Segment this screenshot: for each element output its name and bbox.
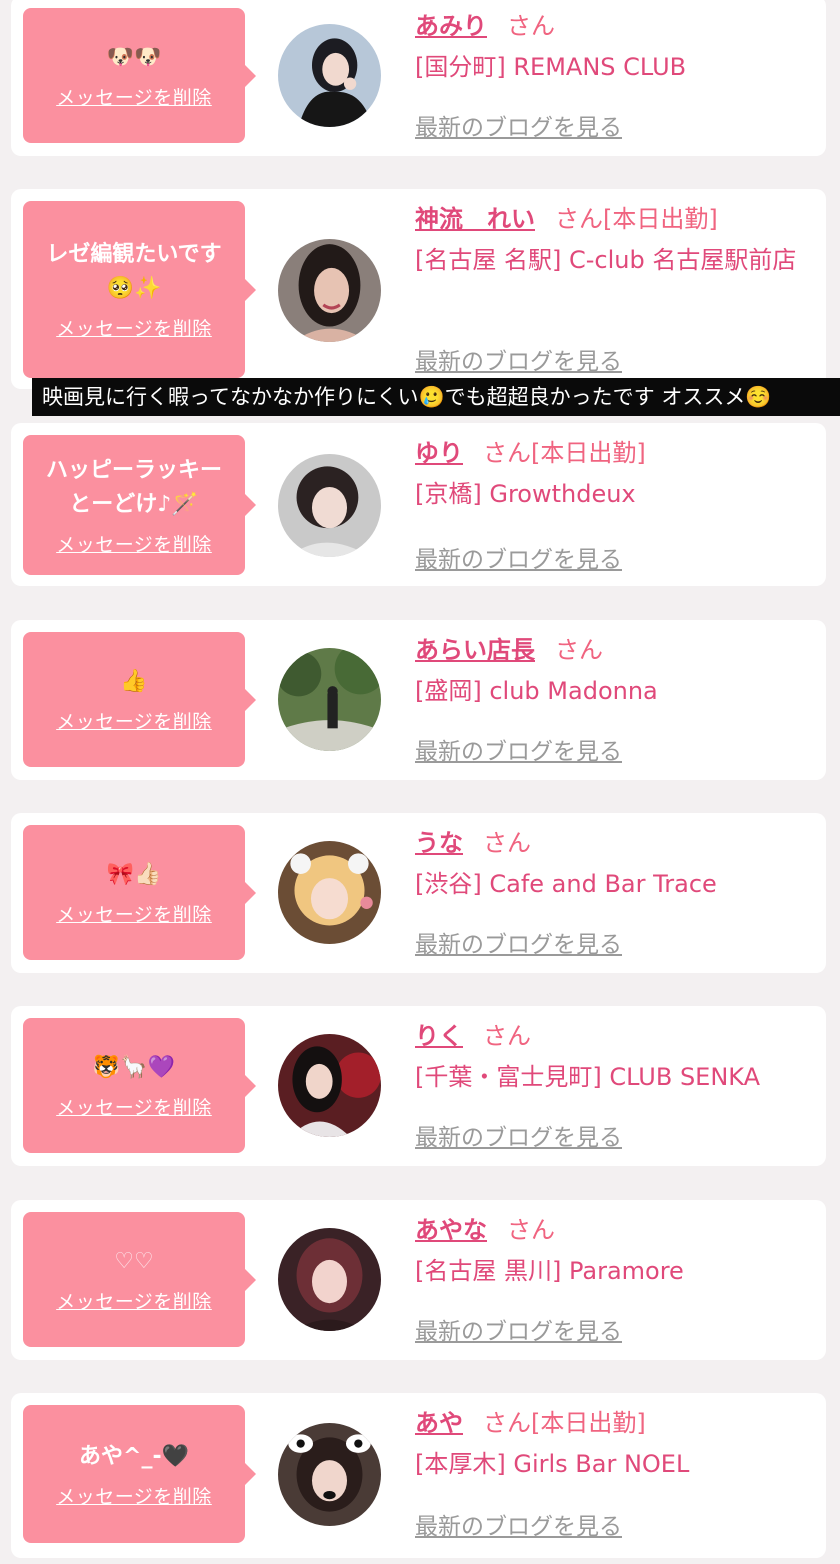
cast-name-link[interactable]: あやな [415,1216,487,1244]
status-badge: [本日出勤] [531,1409,646,1437]
favorite-card: ♡♡ メッセージを削除 あやな さん [名古屋 黒川] Paramore 最新のブ… [11,1200,826,1360]
card-info: あみり さん [国分町] REMANS CLUB [415,10,814,86]
card-info: あやな さん [名古屋 黒川] Paramore [415,1214,814,1290]
shop-name: [渋谷] Cafe and Bar Trace [415,870,717,898]
message-bubble: ♡♡ メッセージを削除 [23,1212,256,1347]
message-text: 🎀👍🏻 [106,862,162,887]
avatar[interactable] [278,454,381,557]
status-badge: [本日出勤] [603,205,718,233]
avatar[interactable] [278,1228,381,1331]
shop-name: [千葉・富士見町] CLUB SENKA [415,1063,761,1091]
card-info: ゆり さん[本日出勤] [京橋] Growthdeux [415,437,814,513]
message-text: 🐶🐶 [106,45,162,70]
honorific: さん [483,1022,531,1050]
favorite-card: 🐶🐶 メッセージを削除 あみり さん [国分町] REMANS CLUB 最新のブ… [11,0,826,156]
cast-name-link[interactable]: うな [415,829,463,857]
message-text: あや^_-🖤 [79,1443,189,1469]
favorite-card: 🐯🦙💜 メッセージを削除 りく さん [千葉・富士見町] CLUB SENKA 最… [11,1006,826,1166]
delete-message-link[interactable]: メッセージを削除 [56,707,212,734]
shop-name: [京橋] Growthdeux [415,480,636,508]
latest-blog-link[interactable]: 最新のブログを見る [415,732,622,766]
latest-blog-link[interactable]: 最新のブログを見る [415,1118,622,1152]
message-bubble: レゼ編観たいです 🥺✨ メッセージを削除 [23,201,256,378]
honorific: さん [483,829,531,857]
honorific: さん [483,439,531,467]
delete-message-link[interactable]: メッセージを削除 [56,1482,212,1509]
honorific: さん [507,1216,555,1244]
message-text: レゼ編観たいです 🥺✨ [46,242,222,301]
delete-message-link[interactable]: メッセージを削除 [56,1287,212,1314]
honorific: さん [555,636,603,664]
status-badge: [本日出勤] [531,439,646,467]
cast-name-link[interactable]: あや [415,1409,463,1437]
cast-name-link[interactable]: あらい店長 [415,636,535,664]
delete-message-link[interactable]: メッセージを削除 [56,530,212,557]
cast-name-link[interactable]: 神流 れい [415,205,535,233]
avatar[interactable] [278,648,381,751]
latest-blog-link[interactable]: 最新のブログを見る [415,1507,622,1541]
shop-name: [国分町] REMANS CLUB [415,53,687,81]
shop-name: [本厚木] Girls Bar NOEL [415,1450,690,1478]
honorific: さん [483,1409,531,1437]
latest-blog-link[interactable]: 最新のブログを見る [415,540,622,574]
video-caption: 映画見に行く暇ってなかなか作りにくい🥲でも超超良かったです オススメ☺️ [32,378,840,416]
favorite-card: レゼ編観たいです 🥺✨ メッセージを削除 神流 れい さん[本日出勤] [名古屋 … [11,189,826,389]
latest-blog-link[interactable]: 最新のブログを見る [415,342,622,376]
delete-message-link[interactable]: メッセージを削除 [56,900,212,927]
favorite-card: ハッピーラッキー とーどけ♪🪄 メッセージを削除 ゆり さん[本日出勤] [京橋]… [11,423,826,586]
message-text: 🐯🦙💜 [92,1055,176,1080]
message-bubble: 🎀👍🏻 メッセージを削除 [23,825,256,960]
message-bubble: 🐶🐶 メッセージを削除 [23,8,256,143]
favorite-card: 👍 メッセージを削除 あらい店長 さん [盛岡] club Madonna 最新の… [11,620,826,780]
avatar[interactable] [278,24,381,127]
message-bubble: ハッピーラッキー とーどけ♪🪄 メッセージを削除 [23,435,256,575]
latest-blog-link[interactable]: 最新のブログを見る [415,108,622,142]
message-bubble: 🐯🦙💜 メッセージを削除 [23,1018,256,1153]
message-bubble: あや^_-🖤 メッセージを削除 [23,1405,256,1543]
latest-blog-link[interactable]: 最新のブログを見る [415,1312,622,1346]
avatar[interactable] [278,1423,381,1526]
message-bubble: 👍 メッセージを削除 [23,632,256,767]
card-info: うな さん [渋谷] Cafe and Bar Trace [415,827,814,903]
favorite-card: あや^_-🖤 メッセージを削除 あや さん[本日出勤] [本厚木] Girls B… [11,1393,826,1558]
card-info: あらい店長 さん [盛岡] club Madonna [415,634,814,710]
delete-message-link[interactable]: メッセージを削除 [56,83,212,110]
delete-message-link[interactable]: メッセージを削除 [56,314,212,341]
cast-name-link[interactable]: りく [415,1022,463,1050]
avatar[interactable] [278,841,381,944]
shop-name: [盛岡] club Madonna [415,677,658,705]
avatar[interactable] [278,1034,381,1137]
favorite-card: 🎀👍🏻 メッセージを削除 うな さん [渋谷] Cafe and Bar Trac… [11,813,826,973]
avatar[interactable] [278,239,381,342]
card-info: 神流 れい さん[本日出勤] [名古屋 名駅] C-club 名古屋駅前店 [415,203,814,279]
message-text: 👍 [120,669,148,694]
message-text: ハッピーラッキー とーどけ♪🪄 [45,457,222,517]
cast-name-link[interactable]: ゆり [415,439,463,467]
message-text: ♡♡ [114,1249,154,1274]
card-info: りく さん [千葉・富士見町] CLUB SENKA [415,1020,814,1096]
honorific: さん [555,205,603,233]
shop-name: [名古屋 名駅] C-club 名古屋駅前店 [415,246,797,274]
latest-blog-link[interactable]: 最新のブログを見る [415,925,622,959]
shop-name: [名古屋 黒川] Paramore [415,1257,684,1285]
delete-message-link[interactable]: メッセージを削除 [56,1093,212,1120]
cast-name-link[interactable]: あみり [415,12,487,40]
card-info: あや さん[本日出勤] [本厚木] Girls Bar NOEL [415,1407,814,1483]
honorific: さん [507,12,555,40]
